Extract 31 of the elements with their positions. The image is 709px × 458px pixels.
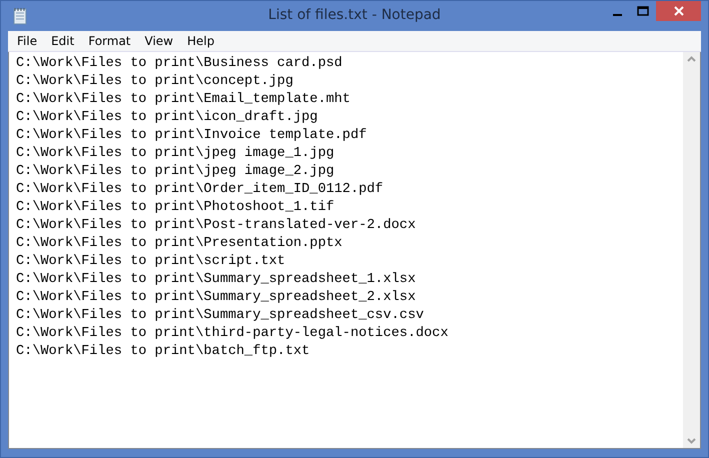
- scroll-up-icon[interactable]: [687, 56, 696, 62]
- text-line: C:\Work\Files to print\jpeg image_2.jpg: [16, 163, 336, 181]
- menu-item[interactable]: Edit: [44, 34, 82, 48]
- menu-item[interactable]: Format: [81, 34, 138, 48]
- text-line: C:\Work\Files to print\jpeg image_1.jpg: [16, 145, 336, 163]
- text-line: C:\Work\Files to print\concept.jpg: [16, 73, 294, 91]
- menu-item[interactable]: View: [138, 34, 180, 48]
- notepad-icon: [12, 7, 28, 25]
- text-line: C:\Work\Files to print\Photoshoot_1.tif: [16, 199, 336, 217]
- text-line: C:\Work\Files to print\Business card.psd: [16, 55, 344, 73]
- text-line: C:\Work\Files to print\icon_draft.jpg: [16, 109, 319, 127]
- text-line: C:\Work\Files to print\Summary_spreadsheet_csv.csv: [16, 307, 425, 325]
- window-title: List of files.txt - Notepad: [267, 7, 442, 23]
- text-line: C:\Work\Files to print\Order_item_ID_0112.pdf: [16, 181, 384, 199]
- scroll-down-icon[interactable]: [687, 438, 696, 444]
- text-line: C:\Work\Files to print\Invoice template.pdf: [16, 127, 368, 145]
- minimize-icon: [612, 14, 622, 16]
- text-line: C:\Work\Files to print\Summary_spreadsheet_1.xlsx: [16, 271, 417, 289]
- text-line: C:\Work\Files to print\script.txt: [16, 253, 286, 271]
- text-line: C:\Work\Files to print\Presentation.pptx: [16, 235, 344, 253]
- text-line: C:\Work\Files to print\third-party-legal-notices.docx: [16, 325, 450, 343]
- menu-item[interactable]: Help: [180, 34, 222, 48]
- text-line: C:\Work\Files to print\Email_template.mht: [16, 91, 352, 109]
- maximize-icon: [637, 6, 649, 16]
- close-button[interactable]: [656, 1, 701, 21]
- text-line: C:\Work\Files to print\Post-translated-ver-2.docx: [16, 217, 417, 235]
- menu-item[interactable]: File: [10, 34, 44, 48]
- scrollbar[interactable]: [683, 52, 700, 448]
- close-icon: [674, 6, 684, 16]
- text-line: C:\Work\Files to print\Summary_spreadsheet_2.xlsx: [16, 289, 417, 307]
- text-line: C:\Work\Files to print\batch_ftp.txt: [16, 343, 311, 361]
